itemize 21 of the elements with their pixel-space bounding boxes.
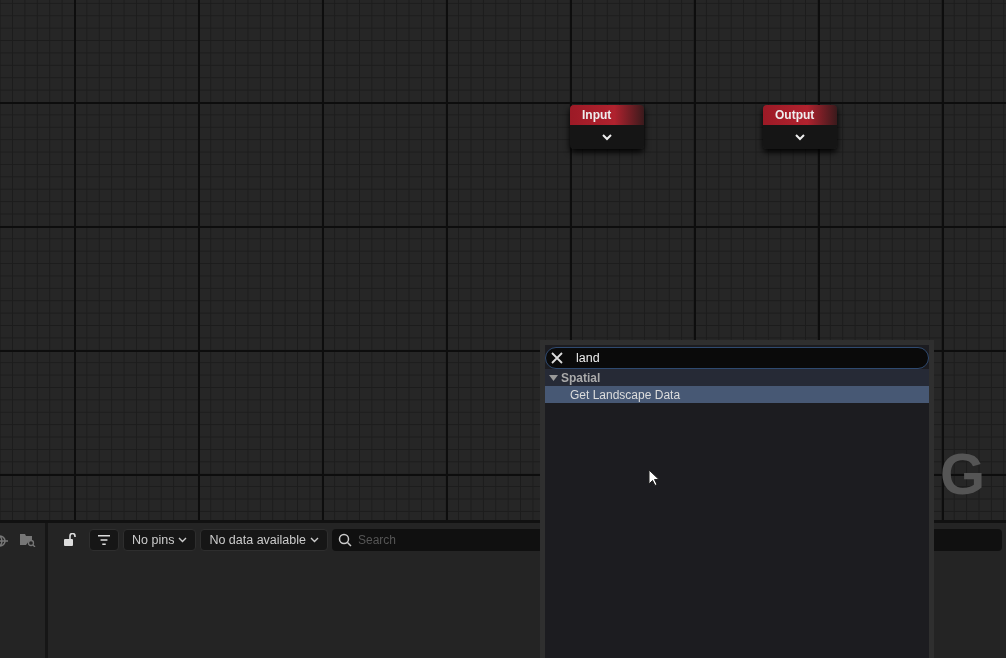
unlocked-padlock-icon[interactable] [63, 533, 77, 547]
menu-item[interactable]: Get Landscape Data [545, 386, 929, 403]
data-dropdown[interactable]: No data available [200, 529, 328, 551]
pins-dropdown[interactable]: No pins [123, 529, 197, 551]
globe-icon[interactable] [0, 533, 10, 549]
folder-search-icon[interactable] [20, 533, 36, 547]
expand-triangle-icon [549, 374, 558, 381]
close-icon[interactable] [551, 352, 563, 364]
chevron-icon [310, 537, 319, 543]
search-icon [338, 533, 352, 547]
node-title: Input [570, 105, 644, 125]
filter-icon [98, 534, 110, 546]
node-search-field[interactable]: land [545, 347, 929, 369]
mouse-cursor-icon [648, 469, 660, 487]
chevron-icon[interactable] [795, 133, 805, 141]
category-row[interactable]: Spatial [545, 369, 929, 386]
graph-corner-text: G [940, 440, 984, 507]
node-title: Output [763, 105, 837, 125]
filter-button[interactable] [89, 529, 119, 551]
chevron-icon [178, 537, 188, 543]
chevron-icon[interactable] [602, 133, 612, 141]
